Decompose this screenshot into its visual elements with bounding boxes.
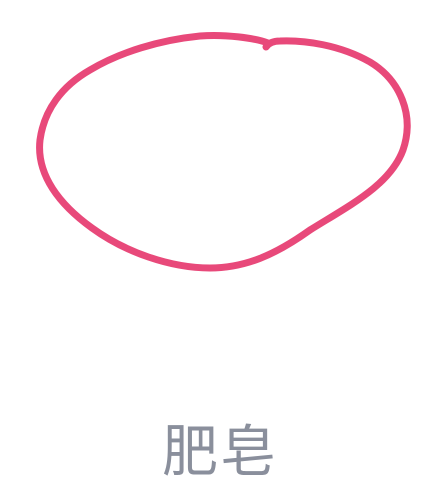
drawing-canvas[interactable] [0,0,440,320]
drawing-card: 肥皂 [0,0,440,499]
hand-drawn-oval [36,32,411,272]
caption-label: 肥皂 [162,420,278,485]
